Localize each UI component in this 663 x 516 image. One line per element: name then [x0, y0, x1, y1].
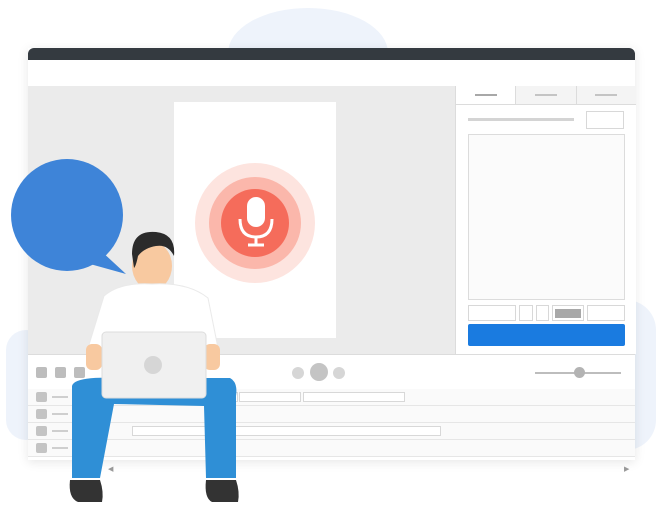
track-icon [36, 392, 47, 402]
properties-panel [455, 86, 636, 354]
tab-1[interactable] [456, 86, 517, 104]
tool-icon[interactable] [36, 367, 47, 378]
volume-slider-knob[interactable] [574, 367, 585, 378]
play-button[interactable] [310, 363, 328, 381]
track-icon [36, 426, 47, 436]
person-at-laptop [69, 231, 239, 502]
tab-3[interactable] [576, 86, 636, 104]
option-button[interactable] [587, 305, 625, 321]
field-label-placeholder [468, 118, 574, 121]
scroll-right-icon[interactable]: ▶ [624, 458, 629, 476]
option-button[interactable] [535, 305, 550, 321]
track-icon [36, 443, 47, 453]
next-button[interactable] [333, 367, 345, 379]
tab-2[interactable] [516, 86, 577, 104]
primary-action-button[interactable] [468, 324, 625, 346]
title-bar [28, 48, 635, 60]
panel-tabs [456, 86, 636, 105]
option-button[interactable] [468, 305, 516, 321]
option-button[interactable] [518, 305, 533, 321]
previous-button[interactable] [292, 367, 304, 379]
option-button-selected[interactable] [552, 305, 585, 321]
track-icon [36, 409, 47, 419]
menu-bar [28, 60, 635, 87]
preview-box [468, 134, 625, 300]
field-input[interactable] [586, 111, 624, 129]
option-button-row [468, 305, 625, 321]
timeline-clip[interactable] [303, 392, 405, 402]
